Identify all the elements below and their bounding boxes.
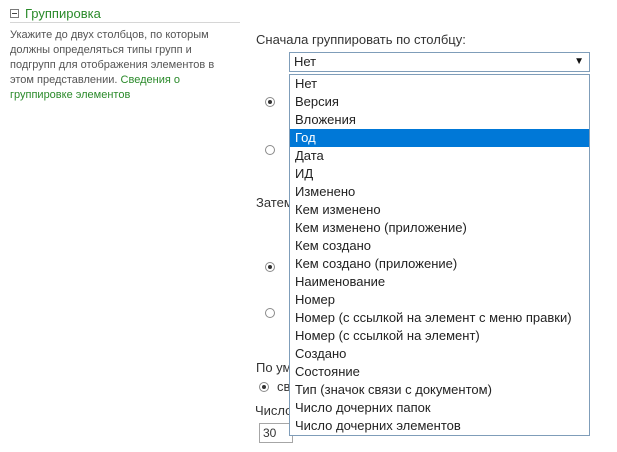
select-value: Нет: [294, 54, 317, 69]
header-divider: [10, 22, 240, 23]
first-group-label: Сначала группировать по столбцу:: [256, 32, 466, 47]
dropdown-option[interactable]: Дата: [290, 147, 589, 165]
group-count-input[interactable]: 30: [259, 423, 293, 443]
first-group-select[interactable]: Нет ▼: [289, 52, 590, 72]
dropdown-option[interactable]: Кем изменено (приложение): [290, 219, 589, 237]
radio-descending-2[interactable]: [265, 308, 275, 318]
dropdown-option[interactable]: Число дочерних элементов: [290, 417, 589, 435]
dropdown-option[interactable]: Состояние: [290, 363, 589, 381]
collapse-icon[interactable]: [10, 8, 19, 18]
dropdown-option[interactable]: Кем создано (приложение): [290, 255, 589, 273]
dropdown-option[interactable]: Год: [290, 129, 589, 147]
dropdown-option[interactable]: Номер (с ссылкой на элемент): [290, 327, 589, 345]
dropdown-option[interactable]: Число дочерних папок: [290, 399, 589, 417]
radio-descending-1[interactable]: [265, 145, 275, 155]
group-count-label: Число: [255, 403, 293, 418]
description-text: Укажите до двух столбцов, по которым дол…: [10, 29, 215, 86]
section-description: Укажите до двух столбцов, по которым дол…: [10, 28, 240, 103]
dropdown-option[interactable]: Изменено: [290, 183, 589, 201]
dropdown-option[interactable]: Тип (значок связи с документом): [290, 381, 589, 399]
section-title: Группировка: [25, 5, 101, 21]
dropdown-option[interactable]: Версия: [290, 93, 589, 111]
radio-ascending-1[interactable]: [265, 97, 275, 107]
grouping-section-header[interactable]: Группировка: [10, 3, 101, 23]
dropdown-option[interactable]: ИД: [290, 165, 589, 183]
dropdown-option[interactable]: Вложения: [290, 111, 589, 129]
dropdown-option[interactable]: Наименование: [290, 273, 589, 291]
first-group-options-list[interactable]: Нет Версия Вложения Год Дата ИД Изменено Кем из…: [289, 74, 590, 436]
dropdown-option[interactable]: Кем изменено: [290, 201, 589, 219]
dropdown-arrow-icon[interactable]: ▼: [574, 53, 584, 71]
dropdown-option[interactable]: Номер (с ссылкой на элемент с меню правк…: [290, 309, 589, 327]
then-group-label: Затем: [256, 195, 293, 210]
default-state-label: По ум: [256, 360, 292, 375]
radio-ascending-2[interactable]: [265, 262, 275, 272]
dropdown-option[interactable]: Номер: [290, 291, 589, 309]
dropdown-option[interactable]: Создано: [290, 345, 589, 363]
dropdown-option[interactable]: Нет: [290, 75, 589, 93]
dropdown-option[interactable]: Кем создано: [290, 237, 589, 255]
radio-collapsed[interactable]: [259, 382, 269, 392]
